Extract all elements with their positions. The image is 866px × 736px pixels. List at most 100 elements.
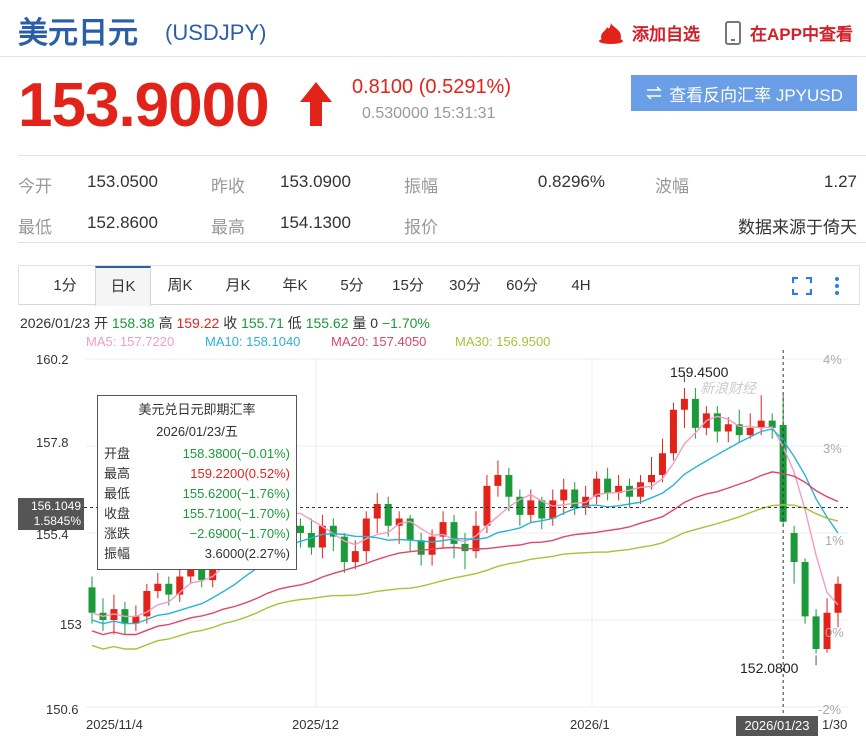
stat-label-prev-close: 昨收 [211, 177, 245, 196]
tab-60min[interactable]: 60分 [500, 266, 544, 306]
tab-monthly[interactable]: 月K [215, 266, 261, 306]
info-pct: −1.70% [381, 315, 430, 331]
tooltip-value: 155.6200(−1.76%) [182, 486, 290, 501]
tab-30min[interactable]: 30分 [443, 266, 487, 306]
data-source: 数据来源于倚天 [738, 218, 857, 237]
candle-body [483, 485, 491, 526]
stat-label-open: 今开 [18, 177, 52, 196]
candle-body [505, 475, 513, 497]
candle-body [351, 551, 359, 562]
tab-5min[interactable]: 5分 [330, 266, 374, 306]
candle-body [658, 453, 666, 475]
tab-weekly[interactable]: 周K [157, 266, 203, 306]
more-icon[interactable] [833, 276, 841, 296]
candle-body [187, 569, 195, 577]
up-arrow-icon [300, 82, 332, 126]
candle-body [549, 500, 557, 519]
tab-yearly[interactable]: 年K [272, 266, 318, 306]
stat-label-high: 最高 [211, 218, 245, 237]
stat-value-open: 153.0500 [87, 172, 158, 191]
candle-body [428, 536, 436, 555]
stat-label-low: 最低 [18, 218, 52, 237]
tab-4h[interactable]: 4H [559, 266, 603, 306]
x-tick-1: 2025/12 [292, 717, 339, 732]
spread-time: 0.530000 15:31:31 [362, 105, 496, 122]
watermark: 新浪财经 [700, 380, 756, 396]
pct-tick-3: 0% [825, 625, 844, 640]
info-low-label: 低 [287, 315, 302, 331]
candle-tooltip: 美元兑日元即期汇率 2026/01/23/五 开盘 158.3800(−0.01%… [97, 395, 297, 570]
fullscreen-icon[interactable] [792, 277, 812, 295]
pct-tick-0: 4% [823, 352, 842, 367]
tooltip-key: 最高 [104, 466, 131, 481]
crosshair-price-box: 156.1049 1.5845% [18, 498, 84, 530]
tooltip-key: 最低 [104, 486, 131, 501]
info-open: 158.38 [111, 315, 155, 331]
info-open-label: 开 [93, 315, 108, 331]
reverse-rate-label: 查看反向汇率 JPYUSD [669, 85, 843, 105]
candle-body [538, 500, 546, 519]
candle-body [560, 489, 568, 501]
stat-value-amplitude: 0.8296% [537, 172, 605, 191]
info-date: 2026/01/23 [20, 315, 91, 331]
info-vol-label: 量 [352, 315, 367, 331]
candle-body [198, 569, 206, 581]
stats-top-divider [18, 155, 866, 156]
symbol-label: (USDJPY) [165, 20, 267, 45]
y-tick-4: 150.6 [46, 702, 79, 717]
candle-body [154, 583, 162, 591]
tooltip-key: 收盘 [104, 506, 131, 521]
tooltip-value: 155.7100(−1.70%) [182, 506, 290, 521]
ma20-label: MA20: 157.4050 [331, 334, 427, 349]
open-app-button[interactable]: 在APP中查看 [724, 20, 853, 45]
add-watch-button[interactable]: 添加自选 [598, 20, 700, 45]
stat-label-quote: 报价 [404, 218, 438, 237]
candle-body [373, 504, 381, 519]
crosshair-price: 156.1049 [30, 499, 81, 513]
tooltip-value: 159.2200(0.52%) [190, 466, 290, 481]
x-tick-2: 2026/1 [570, 717, 610, 732]
candle-body [165, 583, 173, 595]
candle-body [296, 525, 304, 533]
candle-body [812, 616, 820, 649]
tooltip-value: −2.6900(−1.70%) [189, 526, 290, 541]
stat-value-volatility: 1.27 [823, 172, 857, 191]
candle-body [395, 518, 403, 526]
min-price-label: 152.0800 [740, 660, 799, 676]
reverse-rate-button[interactable]: 查看反向汇率 JPYUSD [631, 75, 857, 111]
stats-bottom-divider [18, 242, 866, 243]
info-close: 155.71 [241, 315, 284, 331]
candle-body [691, 398, 699, 428]
crosshair-pct: 1.5845% [33, 514, 81, 528]
y-tick-3: 153 [60, 617, 82, 632]
pct-tick-4: -2% [818, 702, 842, 717]
tab-1min[interactable]: 1分 [43, 266, 87, 306]
add-watch-label: 添加自选 [632, 25, 700, 44]
candle-info-line: 2026/01/23 开 158.38 高 159.22 收 155.71 低 … [20, 313, 430, 333]
open-app-label: 在APP中查看 [750, 25, 853, 44]
tooltip-row-high: 最高 159.2200(0.52%) [104, 464, 290, 484]
x-tick-3: 1/30 [822, 717, 848, 732]
info-high: 159.22 [176, 315, 220, 331]
candle-body [834, 583, 842, 613]
candle-body [669, 409, 677, 454]
y-tick-0: 160.2 [36, 352, 69, 367]
swap-icon [646, 86, 662, 100]
tooltip-key: 涨跌 [104, 526, 131, 541]
tab-daily[interactable]: 日K [95, 266, 151, 306]
header-divider [0, 56, 866, 57]
ma5-label: MA5: 157.7220 [86, 334, 175, 349]
candle-body [307, 533, 315, 548]
candle-body [362, 518, 370, 552]
tab-15min[interactable]: 15分 [386, 266, 430, 306]
tooltip-value: 3.6000(2.27%) [204, 546, 290, 561]
stat-value-prev-close: 153.0900 [280, 172, 351, 191]
pct-tick-2: 1% [825, 533, 844, 548]
candle-body [680, 398, 688, 410]
candle-body [790, 533, 798, 562]
current-price: 153.9000 [18, 71, 270, 140]
candle-body [494, 475, 502, 486]
tooltip-row-close: 收盘 155.7100(−1.70%) [104, 504, 290, 524]
stat-label-amplitude: 振幅 [404, 177, 438, 196]
tooltip-value: 158.3800(−0.01%) [182, 446, 290, 461]
